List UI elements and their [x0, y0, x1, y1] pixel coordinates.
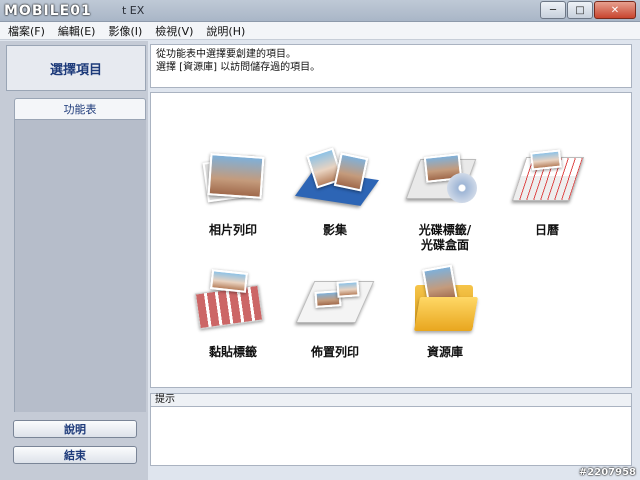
sticker-item[interactable]: 黏貼標籤: [185, 267, 281, 360]
help-button[interactable]: 說明: [13, 420, 137, 438]
disc-label-item[interactable]: 光碟標籤/ 光碟盒面: [397, 145, 493, 253]
window-title: t EX: [122, 4, 145, 17]
item-label: 光碟標籤/ 光碟盒面: [418, 223, 472, 252]
mobile01-logo: MOBILE01: [4, 2, 92, 20]
logo-text: MOBILE01: [4, 3, 92, 19]
disc-label-icon: [403, 145, 487, 215]
library-item[interactable]: 資源庫: [397, 264, 493, 360]
calendar-icon: [505, 145, 589, 215]
photo-print-icon: [191, 145, 275, 215]
instruction-box: 從功能表中選擇要創建的項目。 選擇 [資源庫] 以訪問儲存過的項目。: [150, 44, 632, 88]
item-label: 日曆: [534, 223, 559, 237]
item-label: 佈置列印: [310, 345, 359, 359]
item-label: 相片列印: [208, 223, 257, 237]
watermark-text: #2207958: [578, 467, 636, 478]
menu-tab-panel: [14, 120, 146, 412]
hint-title: 提示: [150, 393, 632, 407]
item-label: 資源庫: [426, 345, 463, 359]
close-button[interactable]: ✕: [594, 1, 636, 19]
library-folder-icon: [403, 264, 487, 337]
album-icon: [293, 145, 379, 215]
layout-print-icon: [293, 267, 377, 337]
instruction-line-2: 選擇 [資源庫] 以訪問儲存過的項目。: [156, 62, 321, 73]
photo-print-item[interactable]: 相片列印: [185, 145, 281, 238]
sticker-icon: [191, 267, 275, 337]
menu-bar: 檔案(F) 編輯(E) 影像(I) 檢視(V) 說明(H): [0, 22, 640, 40]
window-controls: ─ □ ✕: [540, 1, 636, 19]
tab-menu[interactable]: 功能表: [14, 98, 146, 120]
menu-image[interactable]: 影像(I): [108, 23, 142, 39]
calendar-item[interactable]: 日曆: [499, 145, 595, 238]
menu-edit[interactable]: 編輯(E): [58, 23, 96, 39]
exit-button[interactable]: 結束: [13, 446, 137, 464]
menu-view[interactable]: 檢視(V): [155, 23, 193, 39]
minimize-button[interactable]: ─: [540, 1, 566, 19]
select-item-header: 選擇項目: [6, 45, 146, 91]
menu-file[interactable]: 檔案(F): [8, 23, 45, 39]
album-item[interactable]: 影集: [287, 145, 383, 238]
menu-help[interactable]: 說明(H): [206, 23, 245, 39]
title-bar: MOBILE01 t EX ─ □ ✕: [0, 0, 640, 22]
hint-body: [150, 407, 632, 466]
item-label: 黏貼標籤: [208, 345, 257, 359]
item-grid: 相片列印 影集 光碟標籤/ 光碟盒面 日曆 黏貼標籤 佈置列印 資源庫: [150, 92, 632, 388]
item-label: 影集: [322, 223, 347, 237]
layout-print-item[interactable]: 佈置列印: [287, 267, 383, 360]
instruction-line-1: 從功能表中選擇要創建的項目。: [156, 49, 296, 60]
left-panel: 選擇項目 功能表 說明 結束: [0, 41, 148, 480]
maximize-button[interactable]: □: [567, 1, 593, 19]
